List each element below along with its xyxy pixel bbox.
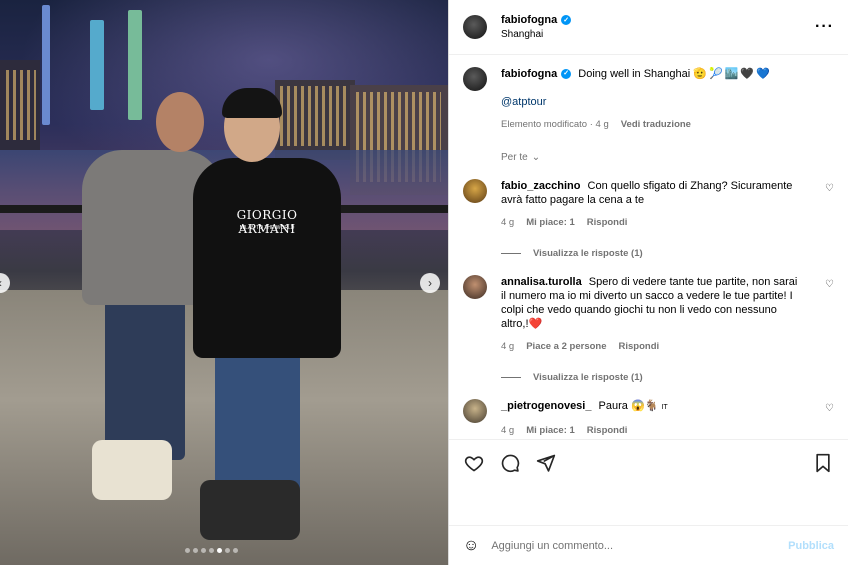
sort-label: Per te: [501, 152, 528, 164]
view-replies-label: Visualizza le risposte (1): [533, 248, 643, 260]
carousel-dot: [193, 548, 198, 553]
comment-time[interactable]: 4 g: [501, 216, 514, 230]
reply-button[interactable]: Rispondi: [587, 424, 628, 438]
chevron-down-icon: ⌄: [531, 152, 541, 164]
chevron-right-icon: ›: [428, 276, 432, 290]
verified-badge-icon: ✓: [561, 69, 572, 79]
like-button[interactable]: [463, 452, 485, 474]
caption-emojis: 🫡 🎾 🏙️ 🖤 💙: [693, 67, 770, 81]
publish-button[interactable]: Pubblica: [788, 540, 834, 552]
comment-likes[interactable]: Mi piace: 1: [526, 424, 575, 438]
post-photo[interactable]: GIORGIO ARMANI MILAN TO THE WORLD ‹ ›: [0, 0, 448, 565]
send-icon: [536, 454, 556, 472]
shirt-brand-text: GIORGIO ARMANI: [236, 208, 298, 236]
comment-item: _pietrogenovesi_ Paura 😱🐐 IT 4 g Mi piac…: [463, 399, 834, 438]
bookmark-icon: [816, 453, 830, 473]
post-actions: [449, 439, 848, 525]
person-left-head: [156, 92, 204, 152]
comment-item: annalisa.turolla Spero di vedere tante t…: [463, 275, 834, 354]
comments-section[interactable]: fabiofogna ✓ Doing well in Shanghai 🫡 🎾 …: [449, 55, 848, 439]
comment-username[interactable]: _pietrogenovesi_: [501, 399, 591, 413]
person-right-body: [193, 158, 341, 358]
chevron-left-icon: ‹: [0, 276, 2, 290]
avatar[interactable]: [463, 67, 487, 91]
caption-username[interactable]: fabiofogna: [501, 67, 557, 81]
photo-tower: [90, 20, 104, 110]
avatar[interactable]: [463, 15, 487, 39]
comment-text: Paura 😱🐐: [598, 400, 659, 413]
caption-emoji: 🖤: [740, 68, 755, 81]
divider: [501, 253, 521, 255]
comment-item: fabio_zacchino Con quello sfigato di Zha…: [463, 179, 834, 230]
comment-username[interactable]: annalisa.turolla: [501, 275, 582, 289]
post-header: fabiofogna ✓ Shanghai ···: [449, 0, 848, 55]
avatar[interactable]: [463, 399, 487, 424]
emoji-icon[interactable]: ☺: [463, 537, 479, 555]
share-button[interactable]: [535, 452, 557, 474]
carousel-dot: [233, 548, 238, 553]
carousel-dot: [217, 548, 222, 553]
caption-emoji: 🏙️: [724, 68, 739, 81]
caption-mention-link[interactable]: @atptour: [501, 95, 834, 109]
header-location[interactable]: Shanghai: [501, 29, 571, 40]
comment-time[interactable]: 4 g: [501, 424, 514, 438]
reply-button[interactable]: Rispondi: [587, 216, 628, 230]
save-button[interactable]: [812, 452, 834, 474]
carousel-indicator: [185, 548, 238, 553]
avatar[interactable]: [463, 275, 487, 300]
flag-badge: IT: [661, 404, 668, 412]
verified-badge-icon: ✓: [561, 15, 572, 25]
more-horizontal-icon[interactable]: ···: [815, 18, 834, 36]
edited-label: Elemento modificato: [501, 119, 588, 131]
view-replies-label: Visualizza le risposte (1): [533, 372, 643, 384]
carousel-dot: [209, 548, 214, 553]
comment-icon: [501, 454, 520, 473]
comment-input[interactable]: [491, 539, 789, 552]
photo-tower: [42, 5, 50, 125]
comment-username[interactable]: fabio_zacchino: [501, 179, 580, 193]
header-username[interactable]: fabiofogna: [501, 14, 557, 26]
caption-emoji: 🫡: [693, 68, 707, 81]
heart-icon[interactable]: ♡: [825, 403, 834, 414]
view-replies-button[interactable]: Visualizza le risposte (1): [501, 372, 834, 383]
caption-meta: Elemento modificato · 4 g Vedi traduzion…: [501, 118, 691, 132]
carousel-dot: [185, 548, 190, 553]
shirt-subtext: MILAN TO THE WORLD: [239, 225, 295, 231]
view-replies-button[interactable]: Visualizza le risposte (1): [501, 248, 834, 259]
avatar[interactable]: [463, 179, 487, 204]
person-right-shoes: [200, 480, 300, 540]
heart-icon[interactable]: ♡: [825, 279, 834, 290]
divider: [501, 377, 521, 379]
translate-button[interactable]: Vedi traduzione: [621, 118, 691, 132]
caption-emoji: 💙: [756, 68, 770, 81]
carousel-dot: [201, 548, 206, 553]
carousel-next-button[interactable]: ›: [420, 273, 440, 293]
photo-building-lights: [280, 86, 350, 146]
heart-icon[interactable]: ♡: [825, 183, 834, 194]
photo-tower: [128, 10, 142, 120]
caption-emoji: 🎾: [708, 68, 723, 81]
carousel-dot: [225, 548, 230, 553]
comment-likes[interactable]: Mi piace: 1: [526, 216, 575, 230]
reply-button[interactable]: Rispondi: [619, 340, 660, 354]
post-side-panel: fabiofogna ✓ Shanghai ··· fabiofogna ✓ D…: [448, 0, 848, 565]
post-caption: fabiofogna ✓ Doing well in Shanghai 🫡 🎾 …: [463, 67, 834, 132]
caption-time[interactable]: 4 g: [596, 119, 609, 130]
photo-building-lights: [6, 70, 36, 140]
person-left-shoes: [92, 440, 172, 500]
comment-composer: ☺ Pubblica: [449, 525, 848, 565]
heart-icon: [464, 456, 484, 472]
comment-sort-dropdown[interactable]: Per te ⌄: [501, 152, 834, 163]
caption-text: Doing well in Shanghai: [578, 68, 691, 80]
person-left-legs: [105, 300, 185, 460]
comment-button[interactable]: [499, 452, 521, 474]
comment-time[interactable]: 4 g: [501, 340, 514, 354]
comment-likes[interactable]: Piace a 2 persone: [526, 340, 606, 354]
